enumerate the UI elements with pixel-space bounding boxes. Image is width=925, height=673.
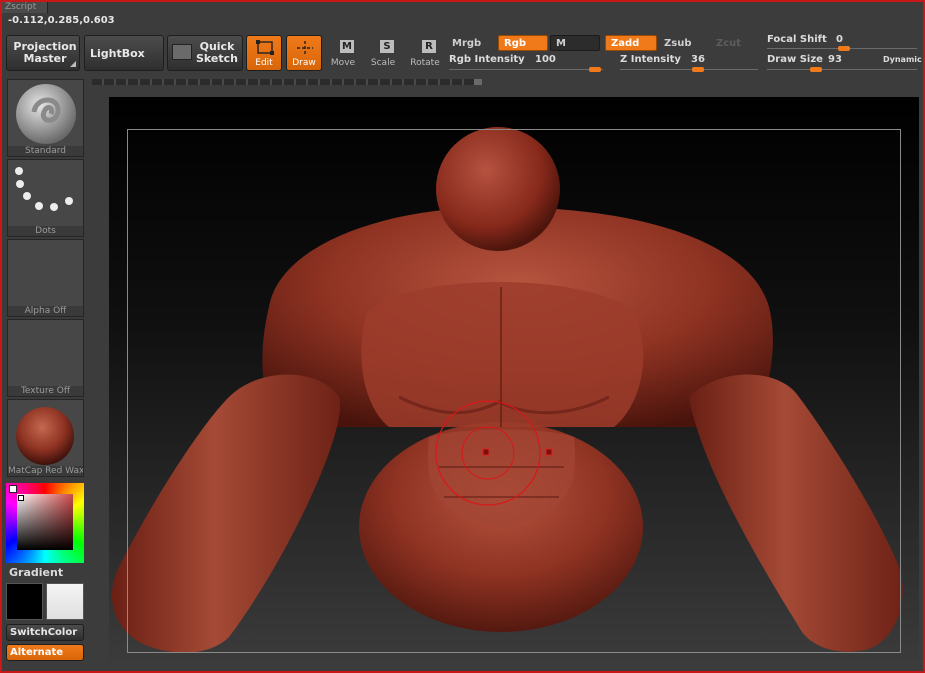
z-intensity-slider[interactable]: Z Intensity 36: [616, 53, 760, 73]
coordinates-readout: -0.112,0.285,0.603: [8, 15, 115, 26]
rotate-icon: R: [422, 40, 436, 53]
alpha-thumbnail[interactable]: Alpha Off: [7, 239, 84, 317]
projection-master-button[interactable]: Projection Master: [6, 35, 80, 71]
draw-size-value: 93: [828, 54, 842, 65]
rgb-intensity-value: 100: [535, 54, 556, 65]
move-icon: M: [340, 40, 354, 53]
rgb-toggle[interactable]: Rgb: [498, 35, 548, 51]
rgb-intensity-slider[interactable]: Rgb Intensity 100: [446, 53, 606, 73]
standard-brush-icon: [16, 84, 76, 144]
color-cursor-icon: [18, 495, 24, 501]
quick-sketch-label: Quick Sketch: [195, 40, 238, 65]
texture-label: Texture Off: [8, 386, 83, 396]
main-color-swatch[interactable]: [6, 583, 43, 620]
move-button[interactable]: M Move: [328, 38, 358, 70]
zbrush-window: Zscript -0.112,0.285,0.603 Projection Ma…: [0, 0, 925, 673]
edit-icon: [256, 40, 274, 55]
scale-button[interactable]: S Scale: [368, 38, 398, 70]
gradient-label: Gradient: [9, 566, 64, 579]
rgb-intensity-track: [449, 69, 603, 70]
stroke-thumbnail[interactable]: Dots: [7, 159, 84, 237]
rotate-button[interactable]: R Rotate: [408, 38, 442, 70]
draw-size-slider[interactable]: Draw Size 93 Dynamic: [766, 53, 922, 73]
draw-size-track: [767, 69, 917, 70]
edit-button[interactable]: Edit: [246, 35, 282, 71]
projection-master-label: Projection Master: [13, 40, 77, 65]
material-label: MatCap Red Wax: [8, 466, 83, 476]
color-picker-square[interactable]: [17, 494, 73, 550]
draw-icon: [297, 41, 313, 55]
color-picker[interactable]: [6, 483, 84, 563]
brush-label: Standard: [8, 146, 83, 156]
z-intensity-label: Z Intensity: [620, 54, 681, 65]
z-intensity-track: [620, 69, 758, 70]
lightbox-label: LightBox: [90, 47, 145, 60]
z-intensity-knob[interactable]: [692, 67, 704, 72]
secondary-color-swatch[interactable]: [46, 583, 84, 620]
quick-sketch-icon: [172, 44, 192, 60]
rgb-intensity-knob[interactable]: [589, 67, 601, 72]
focal-shift-knob[interactable]: [838, 46, 850, 51]
dynamic-toggle[interactable]: Dynamic: [883, 55, 922, 64]
alpha-label: Alpha Off: [8, 306, 83, 316]
rotate-label: Rotate: [410, 58, 440, 68]
brush-thumbnail[interactable]: Standard: [7, 79, 84, 157]
scale-icon: S: [380, 40, 394, 53]
edit-label: Edit: [255, 58, 273, 68]
zcut-toggle[interactable]: Zcut: [710, 35, 758, 51]
scale-label: Scale: [370, 58, 396, 68]
draw-button[interactable]: Draw: [286, 35, 322, 71]
corner-arrow-icon: [70, 61, 76, 67]
zsub-toggle[interactable]: Zsub: [658, 35, 708, 51]
color-marker-icon: [9, 485, 17, 493]
dots-stroke-icon: [15, 167, 73, 211]
document-bounds-frame: [127, 129, 901, 653]
material-thumbnail[interactable]: MatCap Red Wax: [7, 399, 84, 477]
z-intensity-value: 36: [691, 54, 705, 65]
texture-thumbnail[interactable]: Texture Off: [7, 319, 84, 397]
alternate-button[interactable]: Alternate: [6, 644, 84, 661]
lightbox-button[interactable]: LightBox: [84, 35, 164, 71]
switchcolor-button[interactable]: SwitchColor: [6, 624, 84, 641]
mrgb-toggle[interactable]: Mrgb: [446, 35, 496, 51]
rgb-intensity-label: Rgb Intensity: [449, 54, 525, 65]
draw-size-label: Draw Size: [767, 54, 823, 65]
focal-shift-value: 0: [836, 34, 843, 45]
document-canvas[interactable]: [109, 97, 919, 671]
draw-size-knob[interactable]: [810, 67, 822, 72]
draw-label: Draw: [292, 58, 316, 68]
focal-shift-label: Focal Shift: [767, 34, 827, 45]
quick-sketch-button[interactable]: Quick Sketch: [167, 35, 243, 71]
focal-shift-slider[interactable]: Focal Shift 0: [766, 33, 922, 53]
zscript-tab[interactable]: Zscript: [2, 2, 48, 13]
document-scroll-strip[interactable]: [92, 79, 482, 85]
m-toggle[interactable]: M: [550, 35, 600, 51]
zadd-toggle[interactable]: Zadd: [605, 35, 657, 51]
stroke-label: Dots: [8, 226, 83, 236]
move-label: Move: [330, 58, 356, 68]
document-scroll-handle[interactable]: [474, 79, 482, 85]
red-wax-sphere-icon: [16, 407, 74, 465]
